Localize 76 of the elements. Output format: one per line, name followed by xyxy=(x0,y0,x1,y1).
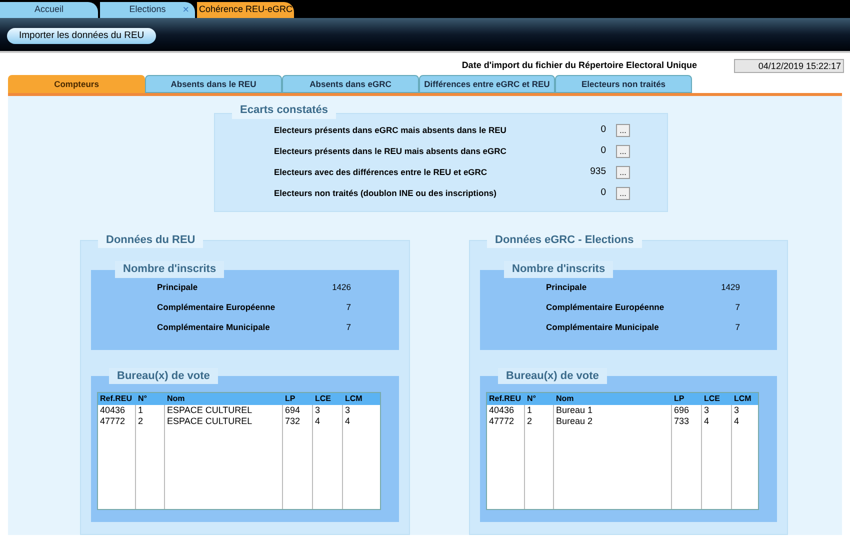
table-cell-text: 40436 xyxy=(488,405,516,416)
tab[interactable]: Absents dans le REU xyxy=(145,75,282,93)
document-tab[interactable]: Elections × xyxy=(100,2,195,18)
import-date-label: Date d'import du fichier du Répertoire Electoral Unique xyxy=(462,59,697,72)
import-date-field: 04/12/2019 15:22:17 xyxy=(734,58,844,73)
column-header: LCE xyxy=(703,393,721,405)
table-cell-text: 3 xyxy=(344,405,352,416)
details-button[interactable]: ... xyxy=(616,145,630,158)
table-cell-text: 3 xyxy=(703,405,710,416)
count-label: Principale xyxy=(157,281,199,294)
table-cell-text: Bureau 2 xyxy=(555,416,594,427)
table-cell-text: 3 xyxy=(314,405,322,416)
table-cell-text: 1 xyxy=(526,405,534,416)
table-cell-text: 4 xyxy=(344,416,352,427)
table-cell-text: ESPACE CULTUREL xyxy=(166,405,254,416)
details-button[interactable]: ... xyxy=(616,166,630,179)
discrepancy-count: 0 xyxy=(600,123,606,138)
group-title: Nombre d'inscrits xyxy=(504,261,614,278)
tab[interactable]: Absents dans eGRC xyxy=(282,75,419,93)
column-header: LP xyxy=(284,393,296,405)
table-cell-text: 696 xyxy=(673,405,690,416)
count-label: Principale xyxy=(546,281,588,294)
table-cell-text: 1 xyxy=(137,405,144,416)
details-button[interactable]: ... xyxy=(616,187,630,200)
group-title: Bureau(x) de vote xyxy=(498,368,607,384)
count-value: 1429 xyxy=(720,281,740,294)
table-cell-text: 40436 xyxy=(99,405,126,416)
table-cell-text: Bureau 1 xyxy=(555,405,594,416)
group-title: Ecarts constatés xyxy=(232,102,336,118)
document-tab[interactable]: Accueil xyxy=(0,2,98,18)
column-header: N° xyxy=(526,393,537,405)
count-value: 1426 xyxy=(331,281,351,294)
table-cell-text: 694 xyxy=(284,405,302,416)
discrepancy-count: 0 xyxy=(600,186,606,200)
discrepancy-label: Electeurs non traités (doublon INE ou des inscriptions) xyxy=(274,187,498,200)
count-label: Complémentaire Municipale xyxy=(157,321,271,334)
column-header: LCM xyxy=(344,393,364,405)
discrepancy-label: Electeurs présents dans le REU mais absents dans eGRC xyxy=(274,145,508,158)
column-header: Ref.REU xyxy=(99,393,134,405)
count-value: 7 xyxy=(734,321,740,334)
table-cell-text: 47772 xyxy=(488,416,516,427)
table-cell-text: 733 xyxy=(673,416,690,427)
table-cell-text: 2 xyxy=(137,416,144,427)
table-cell-text: 47772 xyxy=(99,416,126,427)
table-cell-text: 3 xyxy=(733,405,740,416)
column-header: Nom xyxy=(166,393,186,405)
count-label: Complémentaire Municipale xyxy=(546,321,660,334)
column-header: Ref.REU xyxy=(488,393,522,405)
count-label: Complémentaire Européenne xyxy=(157,301,276,314)
tab[interactable]: Différences entre eGRC et REU xyxy=(419,75,555,93)
column-header: Nom xyxy=(555,393,575,405)
discrepancy-label: Electeurs présents dans eGRC mais absents dans le REU xyxy=(274,124,508,137)
count-label: Complémentaire Européenne xyxy=(546,301,666,314)
group-title: Nombre d'inscrits xyxy=(115,261,224,278)
table-cell-text: 4 xyxy=(314,416,322,427)
count-value: 7 xyxy=(345,301,351,314)
document-tab[interactable]: Cohérence REU-eGRC xyxy=(197,2,294,18)
table-cell-text: 2 xyxy=(526,416,534,427)
table-cell-text: 4 xyxy=(733,416,740,427)
column-header: N° xyxy=(137,393,148,405)
column-header: LP xyxy=(673,393,686,405)
discrepancy-count: 0 xyxy=(600,144,606,158)
details-button[interactable]: ... xyxy=(616,124,630,137)
tab[interactable]: Compteurs xyxy=(8,75,145,93)
table-cell-text: 4 xyxy=(703,416,710,427)
column-header: LCE xyxy=(314,393,332,405)
import-button[interactable]: Importer les données du REU xyxy=(7,28,156,44)
table-cell-text: ESPACE CULTUREL xyxy=(166,416,254,427)
table-cell-text: 732 xyxy=(284,416,302,427)
group-title: Bureau(x) de vote xyxy=(109,368,218,384)
count-value: 7 xyxy=(345,321,351,334)
tab[interactable]: Electeurs non traités xyxy=(555,75,692,93)
column-header: LCM xyxy=(733,393,752,405)
count-value: 7 xyxy=(734,301,740,314)
discrepancy-label: Electeurs avec des différences entre le REU et eGRC xyxy=(274,166,488,179)
discrepancy-count: 935 xyxy=(589,165,606,180)
